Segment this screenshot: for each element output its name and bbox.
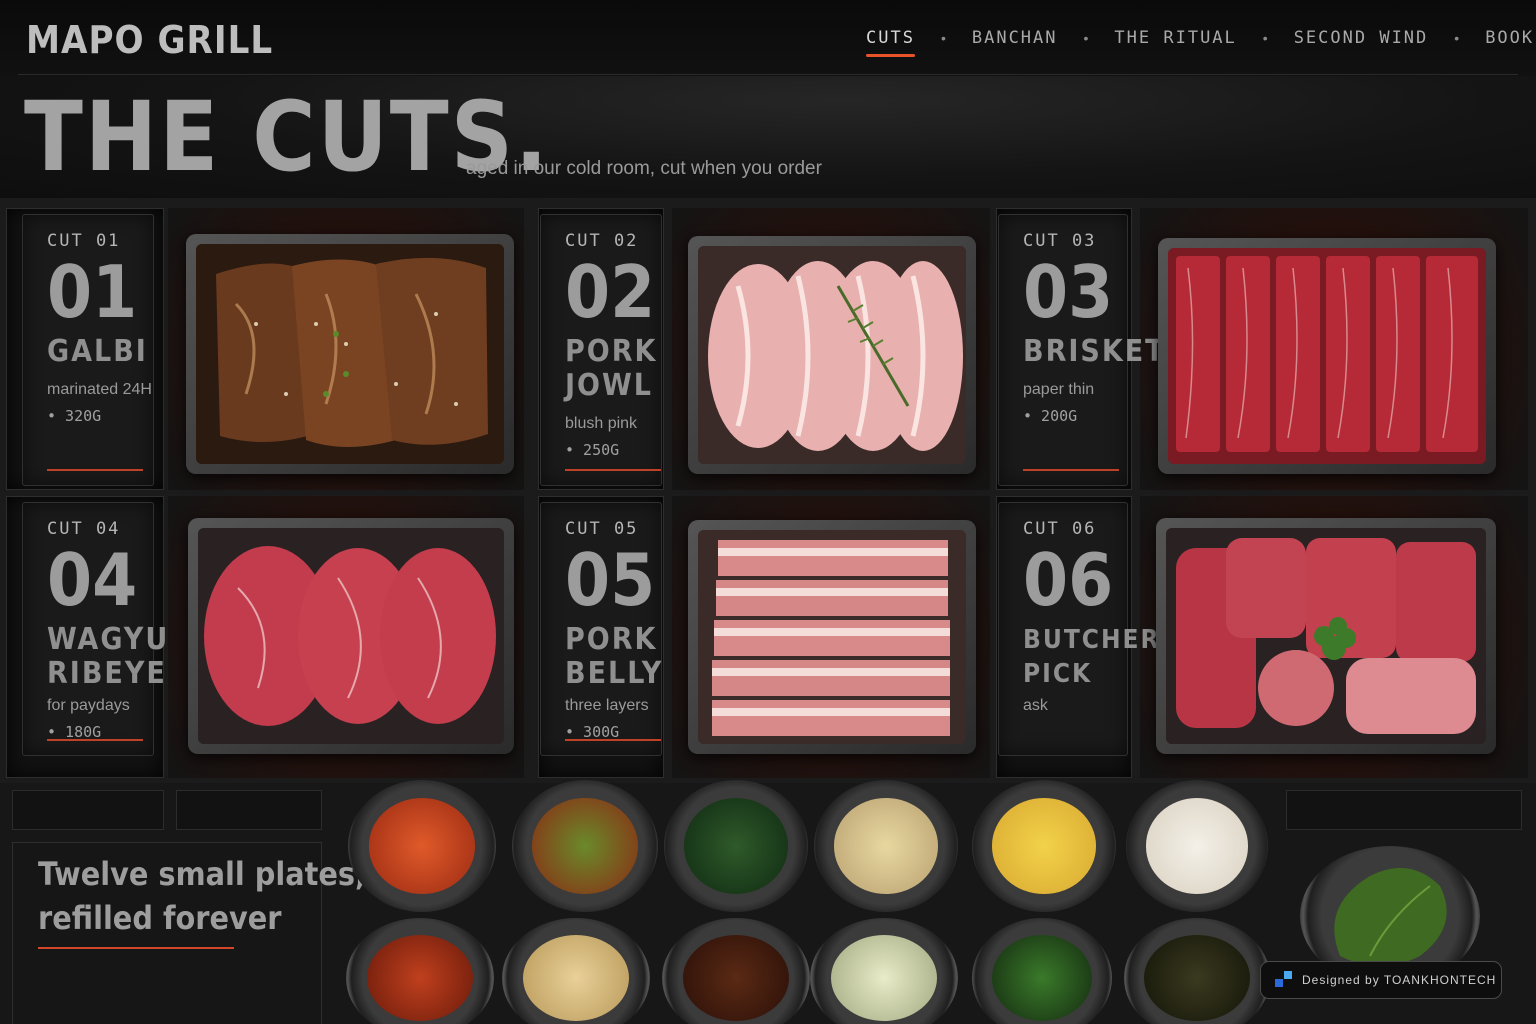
cut-tag: CUT 02 [565, 231, 639, 251]
radish-bowl [1126, 780, 1268, 912]
cut-number: 03 [1023, 250, 1114, 334]
hero-section: THE CUTS. aged in our cold room, cut whe… [0, 76, 1536, 198]
nav-item-book[interactable]: BOOK [1485, 28, 1534, 48]
cut-tag: CUT 03 [1023, 231, 1097, 251]
corn-cheese-bowl [972, 780, 1116, 912]
cut-number: 01 [47, 250, 138, 334]
nav-separator: • [1262, 30, 1268, 46]
spinach-bowl [664, 780, 808, 912]
logo-icon [1275, 971, 1293, 989]
cut-number: 05 [565, 538, 656, 622]
banchan-line-2: refilled forever [38, 899, 282, 937]
accent-underline [565, 739, 661, 741]
nav-item-the-ritual[interactable]: THE RITUAL [1114, 28, 1236, 48]
cut-note: blush pink [565, 415, 638, 432]
pork-jowl-tray-image [688, 236, 976, 474]
accent-underline [38, 947, 234, 949]
cut-number: 02 [565, 250, 656, 334]
cut-number: 04 [47, 538, 138, 622]
cucumber-kimchi-bowl [512, 780, 658, 912]
cut-name: BUTCHER'S PICK [1023, 625, 1189, 689]
page-subtitle: aged in our cold room, cut when you orde… [466, 158, 822, 179]
cut-name: PORK BELLY [565, 622, 664, 691]
cut-note: for paydays [47, 697, 130, 714]
banchan-line-1: Twelve small plates, [38, 855, 366, 893]
cut-card-pork-jowl[interactable]: CUT 02 02 PORK JOWL blush pink • 250G [540, 214, 662, 486]
cut-note: ask [1023, 697, 1048, 714]
nav-item-banchan[interactable]: BANCHAN [972, 28, 1058, 48]
header-divider [18, 74, 1518, 75]
cut-card-wagyu-ribeye[interactable]: CUT 04 04 WAGYU RIBEYE for paydays • 180… [22, 502, 167, 756]
cut-card-galbi[interactable]: CUT 01 01 GALBI marinated 24H • 320G [22, 214, 154, 486]
designer-credit-badge[interactable]: Designed by TOANKHONTECH [1260, 961, 1502, 999]
cut-card-pork-belly[interactable]: CUT 05 05 PORK BELLY three layers • 300G [540, 502, 662, 756]
cut-card-brisket[interactable]: CUT 03 03 BRISKET paper thin • 200G [998, 214, 1164, 486]
cut-weight: • 320G [47, 407, 102, 425]
kimchi-bowl [348, 780, 496, 912]
cut-name: PORK JOWL [565, 334, 658, 403]
cut-tag: CUT 05 [565, 519, 639, 539]
cut-card-butchers-pick[interactable]: CUT 06 06 BUTCHER'S PICK ask [998, 502, 1187, 756]
cut-name: BRISKET [1023, 334, 1166, 369]
cut-note: three layers [565, 697, 649, 714]
nav-item-second-wind[interactable]: SECOND WIND [1294, 28, 1429, 48]
cut-number: 06 [1023, 538, 1114, 622]
nav-separator: • [1083, 30, 1089, 46]
main-nav: CUTS • BANCHAN • THE RITUAL • SECOND WIN… [866, 28, 1534, 57]
galbi-tray-image [186, 234, 514, 474]
empty-slot [1286, 790, 1522, 830]
cut-weight: • 250G [565, 441, 620, 459]
cut-note: paper thin [1023, 381, 1095, 398]
cut-name: GALBI [47, 334, 148, 369]
cut-tag: CUT 01 [47, 231, 121, 251]
banchan-headline: Twelve small plates, refilled forever [38, 852, 366, 940]
butchers-pick-tray-image [1156, 518, 1496, 754]
nav-separator: • [940, 30, 946, 46]
empty-slot [12, 790, 164, 830]
accent-underline [47, 469, 143, 471]
accent-underline [1023, 469, 1119, 471]
pork-belly-tray-image [688, 520, 976, 754]
wagyu-ribeye-tray-image [188, 518, 514, 754]
brisket-tray-image [1158, 238, 1496, 474]
accent-underline [47, 739, 143, 741]
cut-tag: CUT 06 [1023, 519, 1097, 539]
designer-credit-text: Designed by TOANKHONTECH [1302, 973, 1497, 987]
cut-note: marinated 24H [47, 381, 152, 398]
cut-name: WAGYU RIBEYE [47, 622, 170, 691]
bean-sprouts-bowl [814, 780, 958, 912]
empty-slot [176, 790, 322, 830]
brand-logo[interactable]: MAPO GRILL [26, 18, 273, 62]
cut-weight: • 200G [1023, 407, 1078, 425]
nav-separator: • [1454, 30, 1460, 46]
nav-item-cuts[interactable]: CUTS [866, 28, 915, 57]
cut-tag: CUT 04 [47, 519, 121, 539]
accent-underline [565, 469, 661, 471]
